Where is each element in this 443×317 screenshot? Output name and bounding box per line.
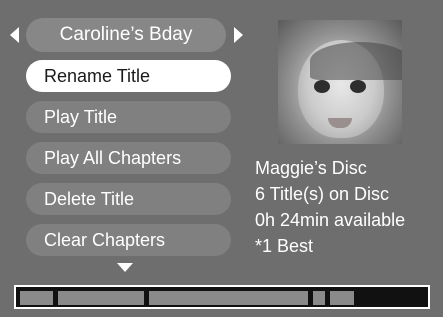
usage-segment bbox=[313, 291, 325, 305]
next-title-icon[interactable] bbox=[234, 27, 243, 43]
scroll-down-icon[interactable] bbox=[117, 263, 133, 272]
title-thumbnail bbox=[278, 20, 402, 144]
disc-info-panel: Maggie’s Disc 6 Title(s) on Disc 0h 24mi… bbox=[255, 155, 440, 259]
current-title-label[interactable]: Caroline’s Bday bbox=[26, 18, 226, 52]
menu-item-delete-title[interactable]: Delete Title bbox=[26, 183, 231, 215]
disc-title-menu-screen: Caroline’s Bday Rename Title Play Title … bbox=[0, 0, 443, 317]
baby-face-image bbox=[298, 40, 402, 138]
menu-item-rename-title[interactable]: Rename Title bbox=[26, 60, 231, 92]
recording-quality: *1 Best bbox=[255, 236, 314, 256]
disc-available-time: 0h 24min available bbox=[255, 210, 406, 230]
title-selector[interactable]: Caroline’s Bday bbox=[8, 18, 248, 52]
usage-segment bbox=[58, 291, 144, 305]
disc-title-count: 6 Title(s) on Disc bbox=[255, 184, 390, 204]
disc-name: Maggie’s Disc bbox=[255, 158, 367, 178]
title-options-menu: Rename Title Play Title Play All Chapter… bbox=[26, 60, 231, 265]
menu-item-clear-chapters[interactable]: Clear Chapters bbox=[26, 224, 231, 256]
menu-item-play-all-chapters[interactable]: Play All Chapters bbox=[26, 142, 231, 174]
usage-segment bbox=[149, 291, 308, 305]
menu-item-play-title[interactable]: Play Title bbox=[26, 101, 231, 133]
disc-usage-bar bbox=[14, 285, 430, 309]
previous-title-icon[interactable] bbox=[10, 27, 19, 43]
usage-segment bbox=[20, 291, 53, 305]
usage-segment bbox=[330, 291, 354, 305]
